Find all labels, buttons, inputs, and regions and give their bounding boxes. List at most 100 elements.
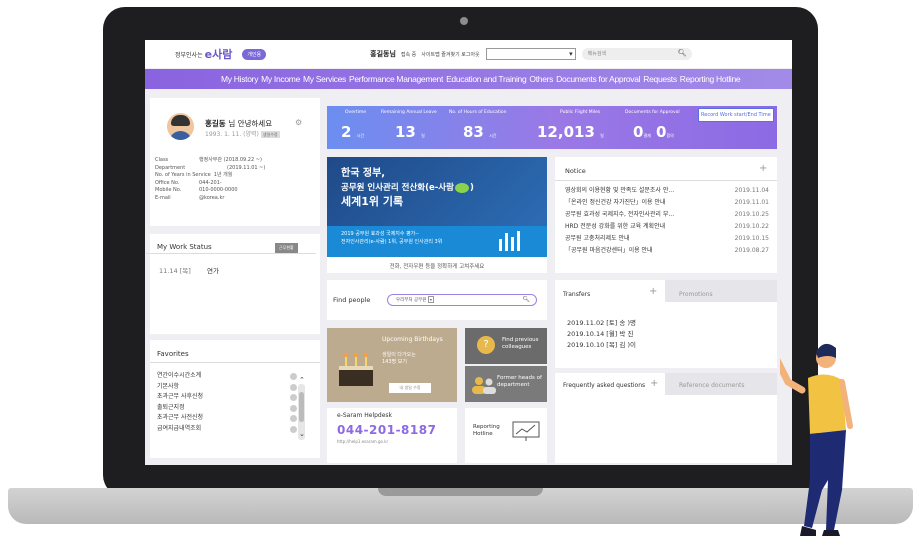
nav-item-my-services[interactable]: My Services <box>303 74 346 84</box>
notice-text: HRD 전문성 강화를 위한 교육 계획안내 <box>565 223 666 230</box>
list-item[interactable]: 영상회의 이용현황 및 만족도 설문조사 안... 2019.11.04 <box>565 185 769 197</box>
banner-line-2-end: ) <box>469 183 474 193</box>
list-item[interactable]: 공무원 효과성 국제지수, 전자인사관리 부... 2019.10.25 <box>565 209 769 221</box>
find-colleagues-card[interactable]: ? Find previous colleagues <box>465 328 547 364</box>
list-item[interactable]: 급여지급내역조회 <box>157 424 297 435</box>
nav-item-others[interactable]: Others <box>529 74 553 84</box>
work-status-value: 연가 <box>207 267 219 275</box>
list-item[interactable]: 「온라인 정신건강 자가진단」이용 안내 2019.11.01 <box>565 197 769 209</box>
chevron-down-icon[interactable]: ▾ <box>427 296 434 303</box>
approval-count-a: 0 <box>633 123 644 141</box>
list-item[interactable]: 「공무원 마음건강센터」이용 안내 2019.08.27 <box>565 245 769 257</box>
list-item[interactable]: HRD 전문성 강화를 위한 교육 계획안내 2019.10.22 <box>565 221 769 233</box>
search-icon[interactable]: 🔍︎ <box>522 296 530 303</box>
top-links[interactable]: 사이트맵 즐겨찾기 로그아웃 <box>421 51 479 58</box>
nav-item-education[interactable]: Education and Training <box>446 74 527 84</box>
info-value: 1년 개월 <box>213 172 233 178</box>
mode-badge[interactable]: 개인용 <box>242 48 267 60</box>
birthdays-card[interactable]: Upcoming Birthdays 생일이 다가오는 143명 보기 내 생일 … <box>327 328 457 402</box>
nav-item-hotline[interactable]: Reporting Hotline <box>680 74 741 84</box>
hotline-card[interactable]: Reporting Hotline <box>465 408 547 463</box>
notice-date: 2019.11.01 <box>734 199 769 206</box>
search-icon[interactable]: 🔍︎ <box>678 49 687 57</box>
former-line-2: department <box>497 382 530 388</box>
birthdays-sub-2: 143명 보기 <box>382 359 407 365</box>
divider <box>146 253 316 254</box>
plus-icon[interactable]: + <box>649 286 657 297</box>
overtime-unit: 시간 <box>356 133 365 138</box>
info-value: 행정사무관 (2018.09.22 ~) <box>199 157 262 163</box>
favorite-label: 출퇴근지정 <box>157 403 185 411</box>
banner-headline: 한국 정부, 공무원 인사관리 전산화(e-사람) 세계1위 기록 <box>341 167 474 209</box>
edit-birthday-button[interactable]: 내 생일 수정 <box>389 383 431 393</box>
remove-icon[interactable] <box>290 394 297 401</box>
info-label: Mobile No. <box>155 187 182 193</box>
menu-select[interactable]: ▾ <box>485 48 576 60</box>
list-item[interactable]: 초과근무 사후신청 <box>157 392 297 403</box>
profile-name: 홍길동 님 안녕하세요 <box>205 118 272 129</box>
list-item[interactable]: 출퇴근지정 <box>157 403 297 414</box>
stats-band: Overtime 2 시간 Remaining Annual Leave 13 … <box>327 106 555 149</box>
work-status-button[interactable]: 근무현황 <box>275 243 298 253</box>
education-unit: 시간 <box>489 133 497 138</box>
birthdays-title: Upcoming Birthdays <box>382 336 443 343</box>
laptop-screen: 정부인사는 e사람 개인용 홍길동님 접속 중 사이트맵 즐겨찾기 로그아웃 ▾… <box>145 40 792 465</box>
remove-icon[interactable] <box>290 425 297 433</box>
banner-sub-1: 2019 공무원 효과성 국제지수 평가-- <box>341 231 419 237</box>
news-banner[interactable]: 한국 정부, 공무원 인사관리 전산화(e-사람) 세계1위 기록 2019 공… <box>327 157 547 257</box>
list-item[interactable]: 기본사항 <box>157 382 297 393</box>
helpdesk-card[interactable]: e-Saram Helpdesk 044-201-8187 http://hel… <box>327 408 457 463</box>
education-value[interactable]: 83 시간 <box>463 123 496 141</box>
nav-item-my-history[interactable]: My History <box>221 74 258 84</box>
info-row: Department (2019.11.01 ~) <box>155 165 265 173</box>
list-item[interactable]: 2019.11.02 [토] 송 )명 <box>567 318 636 329</box>
helpdesk-url[interactable]: http://help1.esaram.go.kr <box>337 439 388 444</box>
tab-transfers[interactable]: Transfers <box>563 291 590 298</box>
nav-item-my-income[interactable]: My Income <box>261 74 300 84</box>
approval-value[interactable]: 0결재 0합의 <box>633 123 674 141</box>
former-heads-card[interactable]: Former heads of department <box>465 366 547 402</box>
list-item[interactable]: 2019.10.10 [목] 김 )이 <box>567 340 636 351</box>
notice-text: 「온라인 정신건강 자가진단」이용 안내 <box>565 199 666 206</box>
plus-icon[interactable]: + <box>650 378 658 389</box>
list-item[interactable]: 2019.10.14 [월] 박 진 <box>567 329 636 340</box>
nav-item-requests[interactable]: Requests <box>643 74 677 84</box>
tab-promotions[interactable]: Promotions <box>679 291 713 298</box>
info-row: Office No. 044-201- <box>155 180 265 188</box>
chevron-down-icon[interactable]: ⌄ <box>299 430 305 438</box>
top-bar: 정부인사는 e사람 개인용 홍길동님 접속 중 사이트맵 즐겨찾기 로그아웃 ▾… <box>145 40 792 68</box>
find-people-title: Find people <box>333 296 371 304</box>
leave-value[interactable]: 13 일 <box>395 123 425 141</box>
nav-item-performance[interactable]: Performance Management <box>349 74 443 84</box>
list-item[interactable]: 초과근무 사전신청 <box>157 413 297 424</box>
overtime-value[interactable]: 2 시간 <box>341 123 364 141</box>
remove-icon[interactable] <box>290 373 297 380</box>
record-work-time-button[interactable]: Record Work start/End Time <box>698 108 774 122</box>
tab-reference[interactable]: Reference documents <box>679 382 745 389</box>
remove-icon[interactable] <box>290 383 297 391</box>
remove-icon[interactable] <box>290 415 297 422</box>
menu-search-input[interactable]: 메뉴검색 🔍︎ <box>581 48 692 60</box>
gear-icon[interactable]: ⚙ <box>295 118 302 127</box>
logo[interactable]: e사람 <box>205 46 233 62</box>
list-item[interactable]: 공무원 고충처리제도 안내 2019.10.15 <box>565 233 769 245</box>
find-people-input[interactable]: 우리부처 공무원 ▾ 🔍︎ <box>387 294 537 306</box>
notice-date: 2019.10.15 <box>734 235 769 242</box>
helpdesk-phone: 044-201-8187 <box>337 423 437 437</box>
miles-value[interactable]: 12,013 일 <box>537 123 604 141</box>
list-item[interactable]: 연간이수시간소계 <box>157 371 297 382</box>
banner-caption: 전화, 전자우편 등을 정확하게 고쳐주세요 <box>327 257 547 273</box>
info-label: Department <box>155 164 186 171</box>
scrollbar-thumb[interactable] <box>299 392 304 422</box>
plus-icon[interactable]: + <box>759 163 767 174</box>
people-icon <box>472 377 496 394</box>
birth-edit-button[interactable]: 생일수정 <box>260 131 280 138</box>
miles-number: 12,013 <box>537 123 595 141</box>
chevron-up-icon[interactable]: ⌃ <box>299 376 305 384</box>
tab-faq[interactable]: Frequently asked questions <box>563 382 645 389</box>
divider <box>555 180 777 181</box>
nav-item-approval[interactable]: Documents for Approval <box>556 74 640 84</box>
banner-line-2: 공무원 인사관리 전산화(e-사람 <box>341 183 454 193</box>
miles-unit: 일 <box>600 133 604 138</box>
remove-icon[interactable] <box>290 404 297 412</box>
